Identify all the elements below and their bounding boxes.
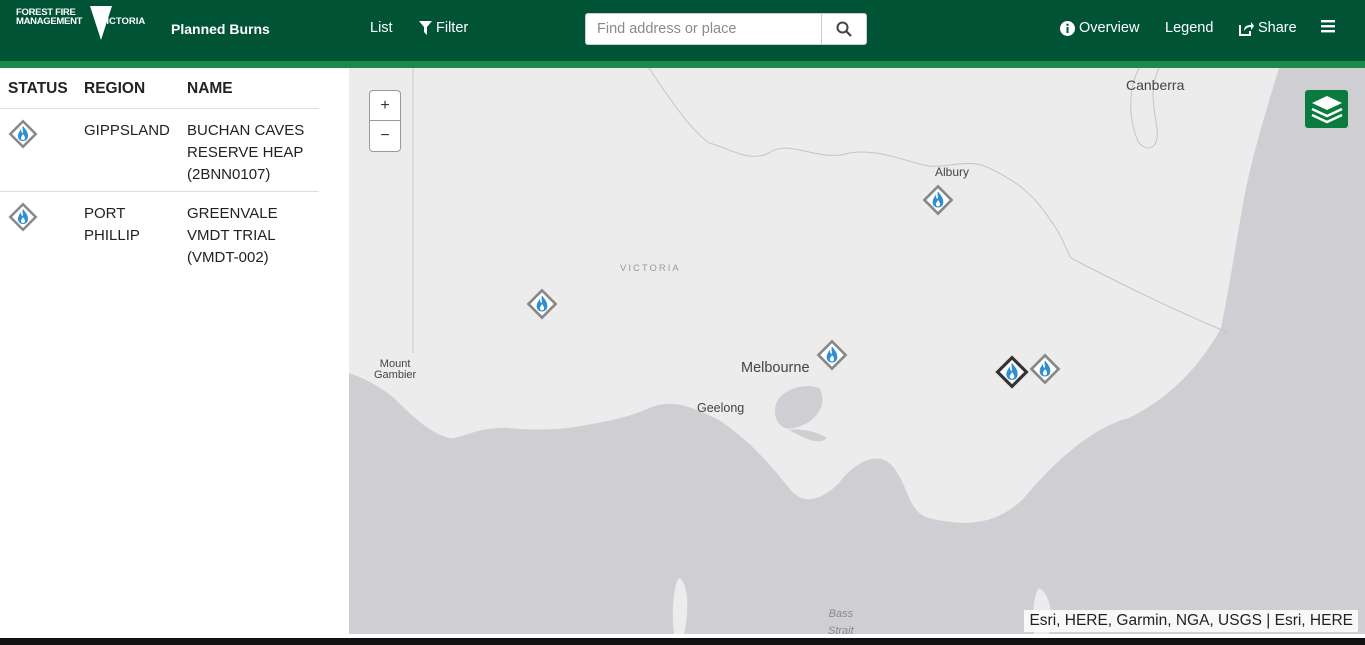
menu-button[interactable] [1321, 19, 1335, 33]
map-label-line: Gambier [374, 369, 417, 381]
list-label: List [370, 20, 393, 36]
name-cell: GREENVALE VMDT TRIAL (VMDT-002) [187, 203, 278, 269]
burn-marker[interactable] [816, 339, 848, 371]
burn-marker[interactable] [1029, 353, 1061, 385]
planned-burn-icon [8, 119, 38, 149]
share-link[interactable]: Share [1238, 20, 1297, 36]
map-label-canberra: Canberra [1126, 77, 1185, 93]
info-icon [1060, 20, 1075, 36]
search-bar [585, 13, 867, 45]
region-cell: PORT PHILLIP [84, 203, 140, 247]
share-label: Share [1258, 20, 1297, 36]
burn-marker-selected[interactable] [995, 355, 1029, 389]
zoom-control: + − [369, 90, 401, 152]
map-view[interactable]: + − Canberra Albury VICTORIA Mount Gambi… [349, 68, 1365, 634]
name-cell: BUCHAN CAVES RESERVE HEAP (2BNN0107) [187, 120, 304, 186]
layers-icon [1310, 96, 1343, 124]
overview-label: Overview [1079, 20, 1140, 36]
logo-victoria-text: VICTORIA [100, 16, 146, 27]
map-label-bass-strait: Bass Strait [828, 606, 854, 634]
legend-label: Legend [1165, 20, 1214, 36]
region-cell: GIPPSLAND [84, 122, 170, 139]
name-line: (VMDT-002) [187, 249, 269, 266]
logo-text-line2: MANAGEMENT [16, 16, 83, 27]
burns-list-panel: STATUS REGION NAME GIPPSLAND BUCHAN CAVE… [0, 68, 349, 638]
map-label-victoria: VICTORIA [620, 263, 681, 274]
share-icon [1239, 21, 1254, 36]
map-label-albury: Albury [935, 165, 970, 179]
map-label-geelong: Geelong [697, 401, 745, 415]
app-title: Planned Burns [171, 21, 270, 37]
app-header: FOREST FIRE MANAGEMENT VICTORIA Planned … [0, 0, 1365, 61]
map-label-line: Bass [828, 608, 854, 620]
filter-link[interactable]: Filter [419, 20, 468, 36]
layers-button[interactable] [1305, 90, 1348, 128]
region-line: PORT [84, 205, 126, 222]
hamburger-menu-icon [1321, 20, 1335, 33]
filter-label: Filter [436, 20, 469, 36]
column-header-status[interactable]: STATUS [8, 80, 68, 98]
column-header-name[interactable]: NAME [187, 80, 233, 98]
basemap [349, 68, 1279, 634]
search-icon [836, 21, 852, 37]
burn-marker[interactable] [922, 184, 954, 216]
table-header: STATUS REGION NAME [0, 68, 319, 109]
name-line: RESERVE HEAP [187, 144, 304, 161]
burn-marker[interactable] [526, 288, 558, 320]
column-header-region[interactable]: REGION [84, 80, 145, 98]
region-line: PHILLIP [84, 227, 140, 244]
search-button[interactable] [822, 14, 866, 44]
list-link[interactable]: List [370, 20, 393, 36]
zoom-out-button[interactable]: − [370, 121, 400, 151]
table-row[interactable]: PORT PHILLIP GREENVALE VMDT TRIAL (VMDT-… [0, 192, 319, 275]
planned-burn-icon [8, 202, 38, 232]
map-label-mount-gambier: Mount Gambier [374, 359, 416, 381]
name-line: GREENVALE [187, 205, 278, 222]
name-line: BUCHAN CAVES [187, 122, 305, 139]
burns-table: STATUS REGION NAME GIPPSLAND BUCHAN CAVE… [0, 68, 319, 275]
name-line: (2BNN0107) [187, 166, 271, 183]
table-row[interactable]: GIPPSLAND BUCHAN CAVES RESERVE HEAP (2BN… [0, 109, 319, 192]
map-label-melbourne: Melbourne [741, 360, 810, 376]
search-input[interactable] [586, 14, 823, 44]
window-bottom-edge [0, 638, 1365, 645]
legend-link[interactable]: Legend [1165, 20, 1213, 36]
header-accent-stripe [0, 61, 1365, 68]
zoom-in-button[interactable]: + [370, 91, 400, 121]
map-label-line: Strait [828, 625, 854, 634]
overview-link[interactable]: Overview [1060, 20, 1139, 36]
name-line: VMDT TRIAL [187, 227, 276, 244]
map-attribution[interactable]: Esri, HERE, Garmin, NGA, USGS | Esri, HE… [1024, 610, 1358, 632]
ffmv-logo[interactable]: FOREST FIRE MANAGEMENT VICTORIA [16, 6, 156, 42]
filter-icon [419, 21, 432, 35]
